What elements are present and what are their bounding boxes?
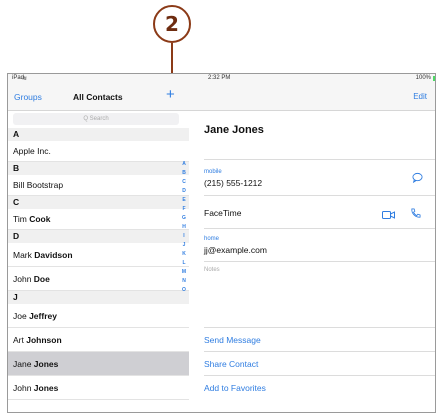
status-bar: iPad ≋ 2:32 PM 100% [8, 74, 435, 84]
battery-icon [433, 76, 435, 81]
section-header: D [8, 230, 189, 243]
contact-row[interactable]: Bill Bootstrap [8, 175, 189, 196]
index-letter[interactable]: L [182, 259, 185, 268]
section-header: A [8, 128, 189, 141]
contact-name: Jane Jones [204, 124, 264, 136]
contact-first-name: Joe [13, 311, 30, 321]
add-to-favorites-button[interactable]: Add to Favorites [204, 383, 266, 393]
index-letter[interactable]: O [182, 286, 186, 295]
video-call-icon[interactable] [382, 207, 395, 225]
contact-last-name: Cook [29, 214, 51, 224]
section-header: J [8, 291, 189, 304]
contact-first-name: Jane [13, 359, 34, 369]
contact-row[interactable]: John Doe [8, 267, 189, 291]
contact-first-name: A [13, 129, 20, 139]
alphabet-index[interactable]: ABCDEFGHIJKLMNO [179, 160, 189, 412]
mobile-number[interactable]: (215) 555-1212 [204, 178, 262, 188]
divider [204, 195, 435, 196]
battery-indicator: 100% [415, 75, 435, 81]
battery-percent: 100% [415, 75, 431, 81]
phone-icon[interactable] [410, 206, 421, 224]
section-header: B [8, 162, 189, 175]
divider [204, 159, 435, 160]
index-letter[interactable]: N [182, 277, 186, 286]
contacts-list-pane: Groups All Contacts + Q Search A Apple In… [8, 84, 190, 412]
contact-first-name: Mark [13, 250, 35, 260]
contact-detail-pane: Edit Jane Jones mobile (215) 555-1212 Fa… [189, 84, 435, 412]
status-time: 2:32 PM [208, 75, 231, 81]
contact-last-name: Jones [33, 359, 59, 369]
divider [204, 375, 435, 376]
home-label: home [204, 236, 220, 242]
contact-row[interactable]: Apple Inc. [8, 141, 189, 162]
wifi-icon: ≋ [22, 76, 28, 82]
contact-row[interactable]: Jane Jones [8, 352, 189, 376]
mobile-label: mobile [204, 169, 222, 175]
contact-row[interactable]: Joe Jeffrey [8, 304, 189, 328]
search-row: Q Search [8, 111, 189, 128]
contact-list: A Apple Inc. B Bill Bootstrap C Tim Cook D Mark… [8, 128, 189, 400]
index-letter[interactable]: B [182, 169, 186, 178]
contact-last-name: Jones [33, 383, 59, 393]
home-email[interactable]: jj@example.com [204, 245, 267, 255]
index-letter[interactable]: E [182, 196, 185, 205]
index-letter[interactable]: J [183, 241, 186, 250]
index-letter[interactable]: G [182, 214, 186, 223]
index-letter[interactable]: D [182, 187, 186, 196]
contact-last-name: Johnson [26, 335, 62, 345]
contact-first-name: B [13, 163, 20, 173]
contact-first-name: John [13, 274, 34, 284]
search-input[interactable]: Q Search [13, 113, 179, 125]
divider [204, 261, 435, 262]
list-navbar: Groups All Contacts + [8, 84, 189, 111]
contact-first-name: J [13, 292, 18, 302]
edit-button[interactable]: Edit [413, 92, 427, 101]
index-letter[interactable]: F [182, 205, 185, 214]
add-contact-button[interactable]: + [166, 86, 175, 104]
contact-first-name: Tim [13, 214, 30, 224]
detail-navbar: Edit [189, 84, 435, 111]
facetime-label[interactable]: FaceTime [204, 208, 241, 218]
index-letter[interactable]: M [182, 268, 186, 277]
contact-last-name: Jeffrey [29, 311, 57, 321]
contact-row[interactable]: Tim Cook [8, 209, 189, 230]
contact-row[interactable]: Art Johnson [8, 328, 189, 352]
contact-first-name: Bill Bootstrap [13, 180, 64, 190]
divider [204, 228, 435, 229]
contact-row[interactable]: Mark Davidson [8, 243, 189, 267]
notes-field[interactable]: Notes [204, 267, 220, 273]
contact-first-name: John [13, 383, 34, 393]
index-letter[interactable]: I [183, 232, 184, 241]
section-header: C [8, 196, 189, 209]
contact-first-name: D [13, 231, 20, 241]
callout-number: 2 [153, 5, 191, 43]
groups-button[interactable]: Groups [14, 92, 42, 102]
divider [204, 327, 435, 328]
index-letter[interactable]: K [182, 250, 186, 259]
index-letter[interactable]: A [182, 160, 186, 169]
contact-first-name: Apple Inc. [13, 146, 51, 156]
share-contact-button[interactable]: Share Contact [204, 359, 258, 369]
contact-last-name: Davidson [34, 250, 73, 260]
index-letter[interactable]: H [182, 223, 186, 232]
contact-first-name: C [13, 197, 20, 207]
divider [204, 351, 435, 352]
ipad-screen: iPad ≋ 2:32 PM 100% Groups All Contacts … [7, 73, 436, 413]
contact-first-name: Art [13, 335, 27, 345]
all-contacts-title: All Contacts [73, 92, 123, 102]
index-letter[interactable]: C [182, 178, 186, 187]
contact-last-name: Doe [33, 274, 50, 284]
send-message-button[interactable]: Send Message [204, 335, 261, 345]
contact-row[interactable]: John Jones [8, 376, 189, 400]
message-icon[interactable] [412, 170, 423, 188]
